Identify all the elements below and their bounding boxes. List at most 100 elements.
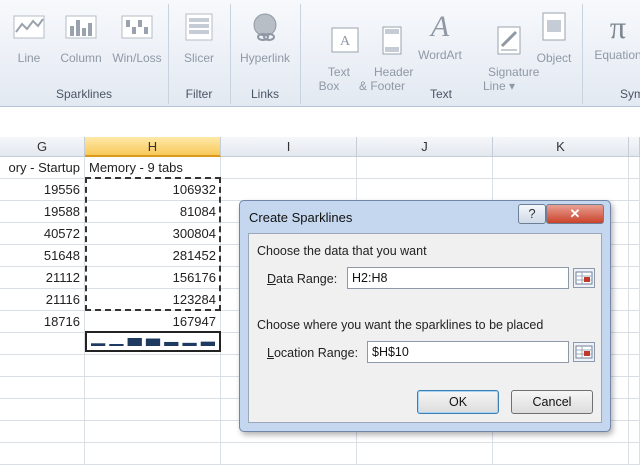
ribbon: Line Column Win/Loss Sparklines Slicer F…	[0, 0, 640, 107]
object-icon	[542, 12, 566, 41]
winloss-chart-icon	[121, 15, 153, 39]
cell[interactable]	[493, 443, 629, 465]
column-header-l[interactable]	[629, 137, 640, 157]
sparklines-group: Line Column Win/Loss Sparklines	[0, 4, 169, 104]
sparkline-bar	[145, 338, 161, 346]
help-button[interactable]: ?	[518, 204, 546, 224]
cell[interactable]	[629, 355, 640, 377]
header-cell-h[interactable]: Memory - 9 tabs	[85, 157, 221, 179]
cell[interactable]	[0, 421, 85, 443]
location-range-input[interactable]: $H$10	[367, 341, 569, 363]
cell[interactable]	[493, 179, 629, 201]
cell[interactable]	[629, 377, 640, 399]
cell[interactable]	[629, 267, 640, 289]
section-location-label: Choose where you want the sparklines to …	[257, 318, 544, 332]
dialog-body: Choose the data that you want Data Range…	[248, 233, 602, 423]
group-label-filter: Filter	[185, 87, 213, 101]
cell[interactable]	[85, 355, 221, 377]
data-range-collapse-button[interactable]	[573, 268, 595, 288]
wordart-button[interactable]: A WordArt	[412, 10, 468, 63]
cell[interactable]	[85, 443, 221, 465]
location-range-label: Location Range:	[267, 346, 359, 360]
cell[interactable]	[85, 377, 221, 399]
group-label-symbols: Sym	[620, 87, 640, 101]
location-range-collapse-button[interactable]	[573, 342, 595, 362]
cell[interactable]	[629, 201, 640, 223]
cell[interactable]	[493, 157, 629, 179]
cell[interactable]	[629, 399, 640, 421]
object-button[interactable]: Object	[532, 12, 576, 65]
cell[interactable]	[0, 443, 85, 465]
data-range-input[interactable]: H2:H8	[347, 267, 569, 289]
sparkline-bar	[182, 342, 197, 346]
cell[interactable]	[629, 179, 640, 201]
cell[interactable]	[629, 311, 640, 333]
cell[interactable]	[221, 179, 357, 201]
sparkline-bar	[109, 344, 124, 346]
cell[interactable]	[0, 377, 85, 399]
sparkline-bar	[200, 341, 215, 346]
filter-group: Slicer Filter	[168, 4, 231, 104]
column-header-k[interactable]: K	[493, 137, 629, 157]
value-cell-g[interactable]: 18716	[0, 311, 85, 333]
cell[interactable]	[0, 333, 85, 355]
cell[interactable]	[85, 399, 221, 421]
header-cell-g[interactable]: ory - Startup	[0, 157, 85, 179]
cell[interactable]	[85, 421, 221, 443]
value-cell-g[interactable]: 40572	[0, 223, 85, 245]
ok-button[interactable]: OK	[417, 390, 499, 414]
cell[interactable]	[629, 157, 640, 179]
copy-marquee	[85, 177, 221, 311]
sparkline-bar	[127, 338, 142, 346]
svg-text:A: A	[340, 34, 351, 49]
cell[interactable]	[357, 157, 493, 179]
value-cell-g[interactable]: 51648	[0, 245, 85, 267]
slicer-icon	[185, 13, 213, 41]
cell[interactable]	[629, 333, 640, 355]
create-sparklines-dialog: Create Sparklines ? ✕ Choose the data th…	[239, 200, 611, 432]
cell[interactable]	[221, 443, 357, 465]
value-cell-g[interactable]: 19556	[0, 179, 85, 201]
sparkline-bar	[91, 343, 106, 346]
links-group: Hyperlink Links	[230, 4, 301, 104]
cancel-button[interactable]: Cancel	[511, 390, 593, 414]
line-chart-icon	[13, 15, 45, 39]
cell[interactable]	[629, 443, 640, 465]
value-cell-g[interactable]: 19588	[0, 201, 85, 223]
value-cell-g[interactable]: 21116	[0, 289, 85, 311]
cell[interactable]	[221, 157, 357, 179]
cell[interactable]	[629, 421, 640, 443]
group-label-text: Text	[429, 87, 452, 101]
equation-button[interactable]: π Equation	[588, 9, 640, 62]
sparkline-cell[interactable]	[85, 331, 221, 352]
cell[interactable]	[0, 399, 85, 421]
value-cell-h[interactable]: 167947	[85, 311, 221, 333]
header-footer-icon	[382, 26, 402, 55]
column-header-g[interactable]: G	[0, 137, 85, 157]
cell[interactable]	[0, 355, 85, 377]
slicer-button[interactable]: Slicer	[176, 12, 222, 65]
pi-icon: π	[609, 9, 627, 45]
group-label-sparklines: Sparklines	[55, 87, 113, 101]
column-header-h[interactable]: H	[85, 137, 221, 157]
cell[interactable]	[629, 289, 640, 311]
sparkline-bar	[164, 341, 179, 346]
signature-line-icon	[497, 26, 521, 55]
line-sparkline-button[interactable]: Line	[8, 12, 50, 65]
cell[interactable]	[357, 443, 493, 465]
cell[interactable]	[629, 245, 640, 267]
formula-bar-area	[0, 107, 640, 137]
range-select-icon	[575, 345, 593, 359]
close-button[interactable]: ✕	[546, 204, 604, 224]
winloss-sparkline-button[interactable]: Win/Loss	[108, 12, 166, 65]
column-header-i[interactable]: I	[221, 137, 357, 157]
wordart-icon: A	[430, 10, 450, 43]
hyperlink-button[interactable]: Hyperlink	[234, 12, 296, 65]
cell[interactable]	[357, 179, 493, 201]
text-group: A Text Box Header & Footer A WordArt Sig…	[300, 4, 583, 104]
column-header-j[interactable]: J	[357, 137, 493, 157]
value-cell-g[interactable]: 21112	[0, 267, 85, 289]
column-sparkline-button[interactable]: Column	[56, 12, 106, 65]
data-range-label: Data Range:	[267, 272, 338, 286]
cell[interactable]	[629, 223, 640, 245]
